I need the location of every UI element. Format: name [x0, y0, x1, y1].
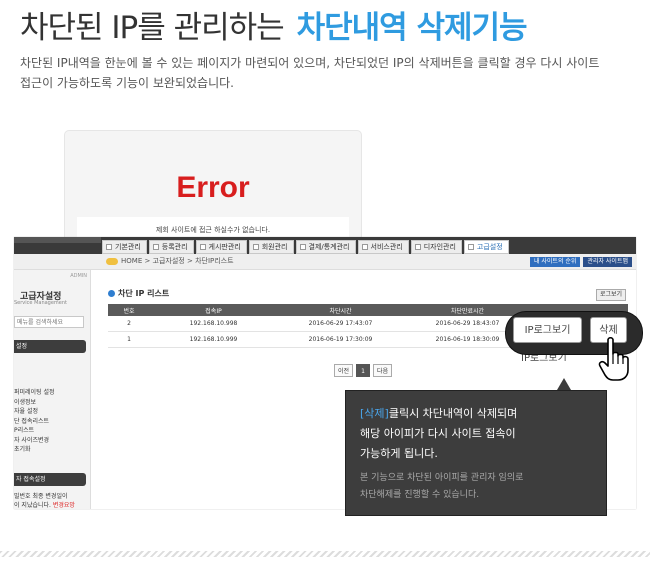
menu-label: 디자인관리 [423, 243, 456, 251]
error-title: Error [176, 171, 250, 204]
cell-ip: 192.168.10.999 [150, 331, 277, 348]
menu-item[interactable]: 서비스관리 [357, 240, 409, 254]
admin-main-menu: 기본관리 등록관리 게시판관리 회원관리 결제/통계관리 서비스관리 디자인관리… [102, 240, 509, 254]
bullet-icon [108, 290, 115, 297]
column-header: 차단시간 [277, 304, 404, 316]
admin-top-bar: 기본관리 등록관리 게시판관리 회원관리 결제/통계관리 서비스관리 디자인관리… [14, 237, 636, 254]
admin-sidebar: ADMIN 고급자설정 Service Management 메뉴를 검색하세요… [14, 270, 91, 509]
cell-ip: 192.168.10.998 [150, 316, 277, 332]
toolbar-buttons: 내 사이트의 순위 관리자 사이트맵 [529, 257, 632, 267]
tooltip-note-2: 차단해제를 진행할 수 있습니다. [360, 490, 480, 500]
error-page-card: Error 제회 사이트에 접근 하실수가 없습니다. [64, 130, 362, 244]
menu-label: 서비스관리 [370, 243, 403, 251]
menu-label: 고급설정 [476, 243, 503, 251]
page-description: 차단된 IP내역을 한눈에 볼 수 있는 페이지가 마련되어 있으며, 차단되었… [20, 53, 640, 93]
sidebar-item[interactable]: P리스트 [14, 426, 55, 436]
title-accent: 차단내역 삭제기능 [296, 10, 528, 46]
admin-logo-area [14, 237, 101, 243]
menu-item[interactable]: 회원관리 [248, 240, 294, 254]
sidebar-item[interactable]: 자 사이즈변경 [14, 436, 55, 446]
site-rank-button[interactable]: 내 사이트의 순위 [529, 257, 581, 267]
home-icon[interactable] [106, 257, 118, 265]
tooltip-highlight: [삭제] [360, 407, 389, 420]
menu-icon [361, 244, 368, 250]
menu-icon [199, 244, 206, 250]
tooltip-arrow [557, 378, 571, 390]
menu-icon [252, 244, 259, 250]
sidebar-item[interactable]: 퍼미레이팅 설정 [14, 388, 55, 398]
sidebar-item[interactable]: 단 접속리스트 [14, 417, 55, 427]
bottom-divider [0, 551, 650, 557]
menu-item-active[interactable]: 고급설정 [463, 240, 509, 254]
sidebar-item[interactable]: 자율 설정 [14, 407, 55, 417]
change-required-label: 변경요망 [52, 502, 75, 509]
feature-tooltip: [삭제]클릭시 차단내역이 삭제되며 해당 아이피가 다시 사이트 접속이 가능… [345, 390, 607, 516]
menu-item[interactable]: 등록관리 [148, 240, 194, 254]
description-line-2: 접근이 가능하도록 기능이 보완되었습니다. [20, 76, 234, 90]
sidebar-subtitle: Service Management [14, 300, 68, 306]
cell-no: 2 [108, 316, 150, 332]
menu-item[interactable]: 게시판관리 [195, 240, 247, 254]
menu-icon [299, 244, 306, 250]
page-title: 차단된 IP를 관리하는 차단내역 삭제기능 [20, 2, 528, 47]
menu-icon [414, 244, 421, 250]
admin-tag: ADMIN [70, 273, 87, 279]
prev-page-button[interactable]: 이전 [334, 364, 354, 377]
menu-label: 등록관리 [161, 243, 188, 251]
tooltip-line-1-text: 클릭시 차단내역이 삭제되며 [388, 407, 518, 420]
tooltip-line-3: 가능하게 됩니다. [360, 447, 438, 460]
menu-item[interactable]: 디자인관리 [410, 240, 462, 254]
password-notice-line-2: 이 지났습니다. 변경요망 [14, 501, 75, 509]
password-notice: 밀번호 최종 변경일이 이 지났습니다. 변경요망 [14, 492, 75, 509]
next-page-button[interactable]: 다음 [373, 364, 393, 377]
sidebar-item[interactable]: 이생정보 [14, 398, 55, 408]
menu-label: 게시판관리 [208, 243, 241, 251]
breadcrumb-text: HOME > 고급자설정 > 차단IP리스트 [121, 257, 234, 265]
menu-icon [467, 244, 474, 250]
menu-icon [152, 244, 159, 250]
menu-item[interactable]: 결제/통계관리 [295, 240, 356, 254]
sidebar-search-input[interactable]: 메뉴를 검색하세요 [14, 316, 84, 328]
breadcrumb: HOME > 고급자설정 > 차단IP리스트 [106, 256, 234, 266]
cell-no: 1 [108, 331, 150, 348]
menu-label: 회원관리 [261, 243, 288, 251]
breadcrumb-bar: HOME > 고급자설정 > 차단IP리스트 내 사이트의 순위 관리자 사이트… [14, 254, 636, 270]
hand-cursor-icon [598, 336, 629, 381]
description-line-1: 차단된 IP내역을 한눈에 볼 수 있는 페이지가 마련되어 있으며, 차단되었… [20, 56, 600, 70]
column-header: 접속IP [150, 304, 277, 316]
menu-item[interactable]: 기본관리 [102, 240, 147, 254]
ip-log-button[interactable]: IP로그보기 [513, 317, 582, 343]
admin-sitemap-button[interactable]: 관리자 사이트맵 [583, 257, 632, 267]
password-notice-line-1: 밀번호 최종 변경일이 [14, 493, 68, 500]
tooltip-note-1: 본 기능으로 차단된 아이피를 관리자 임의로 [360, 473, 524, 483]
content-heading: 차단 IP 리스트 [108, 288, 169, 299]
menu-icon [106, 244, 112, 250]
menu-label: 기본관리 [115, 243, 141, 251]
column-header: 번호 [108, 304, 150, 316]
cell-blocked-time: 2016-06-29 17:43:07 [277, 316, 404, 332]
title-plain: 차단된 IP를 관리하는 [20, 10, 285, 46]
menu-label: 결제/통계관리 [308, 243, 350, 251]
error-message: 제회 사이트에 접근 하실수가 없습니다. [155, 226, 271, 234]
sidebar-section-access[interactable]: 자 접속설정 [14, 473, 86, 486]
content-title: 차단 IP 리스트 [118, 289, 170, 298]
current-page[interactable]: 1 [356, 364, 371, 377]
column-header: 차단만료시간 [404, 304, 531, 316]
password-notice-text: 이 지났습니다. [14, 502, 51, 509]
sidebar-section-settings[interactable]: 설정 [14, 340, 86, 353]
tooltip-line-2: 해당 아이피가 다시 사이트 접속이 [360, 427, 516, 440]
pagination: 이전 1 다음 [334, 364, 393, 377]
log-view-button[interactable]: 로그보기 [596, 289, 627, 301]
sidebar-item[interactable]: 초기화 [14, 445, 55, 455]
cell-blocked-time: 2016-06-19 17:30:09 [277, 331, 404, 348]
sidebar-menu-list: 퍼미레이팅 설정 이생정보 자율 설정 단 접속리스트 P리스트 자 사이즈변경… [14, 388, 55, 455]
tooltip-line-1: [삭제]클릭시 차단내역이 삭제되며 [360, 405, 517, 423]
